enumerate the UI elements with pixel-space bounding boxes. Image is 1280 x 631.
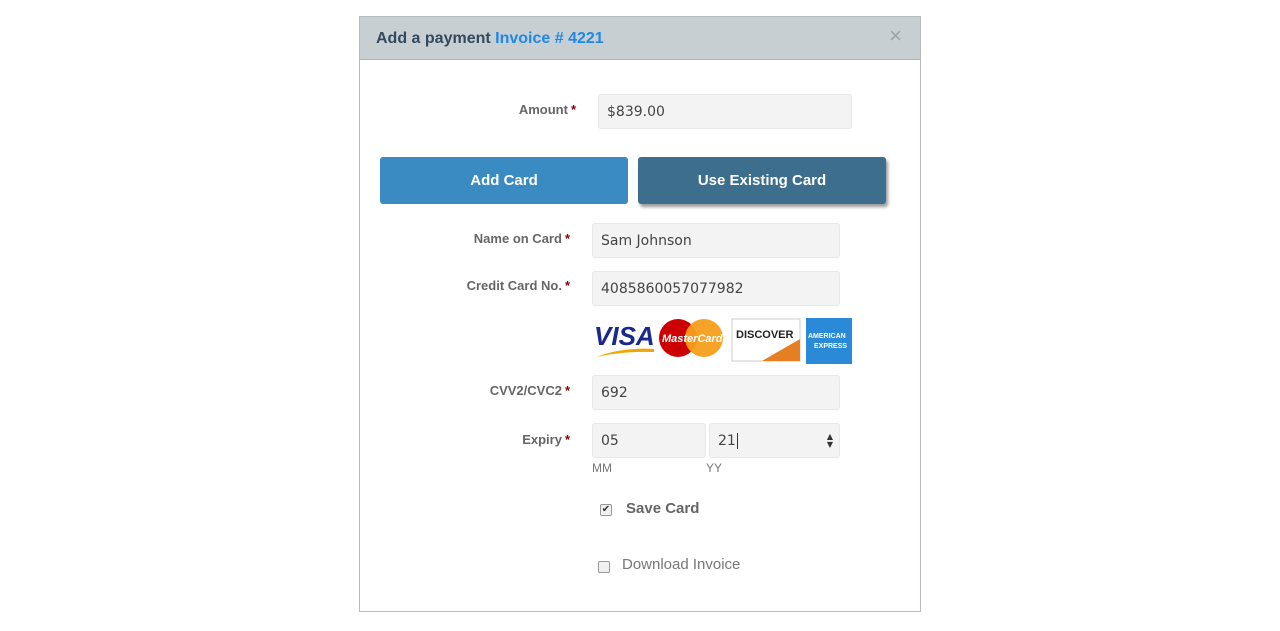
amount-label: Amount * (460, 102, 576, 117)
name-label: Name on Card * (400, 231, 570, 246)
svg-text:EXPRESS: EXPRESS (814, 343, 847, 350)
svg-text:MasterCard: MasterCard (662, 333, 723, 345)
expiry-year-input[interactable]: 21 ▲ ▼ (709, 423, 840, 458)
expiry-year-value: 21 (718, 433, 736, 449)
cvv-label-text: CVV2/CVC2 (489, 383, 562, 398)
name-label-text: Name on Card (473, 231, 562, 246)
download-invoice-label[interactable]: Download Invoice (622, 556, 740, 573)
card-number-label: Credit Card No. * (400, 278, 570, 293)
name-on-card-input[interactable]: Sam Johnson (592, 223, 840, 258)
required-marker: * (564, 383, 570, 398)
save-card-checkbox[interactable]: ✔ (600, 504, 612, 516)
required-marker: * (564, 278, 570, 293)
year-hint: YY (706, 461, 723, 475)
title-text: Add a payment (376, 30, 491, 47)
cvv-label: CVV2/CVC2 * (400, 383, 570, 398)
text-cursor (736, 433, 738, 449)
amount-label-text: Amount (518, 102, 568, 117)
spinner-icon[interactable]: ▲ ▼ (827, 433, 833, 449)
discover-logo: DISCOVER (731, 318, 801, 362)
payment-dialog: Add a payment Invoice # 4221 × Amount * $… (359, 16, 921, 612)
amex-logo: AMERICAN EXPRESS (806, 318, 852, 364)
use-existing-card-button[interactable]: Use Existing Card (638, 157, 886, 204)
required-marker: * (564, 231, 570, 246)
close-icon[interactable]: × (889, 23, 902, 49)
expiry-month-input[interactable]: 05 (592, 423, 706, 458)
month-hint: MM (592, 461, 612, 475)
invoice-number: Invoice # 4221 (495, 30, 604, 47)
save-card-label[interactable]: Save Card (626, 500, 699, 517)
dialog-title: Add a payment Invoice # 4221 (376, 30, 604, 48)
download-invoice-checkbox[interactable] (598, 561, 610, 573)
required-marker: * (570, 102, 576, 117)
cvv-input[interactable]: 692 (592, 375, 840, 410)
expiry-label-text: Expiry (522, 432, 562, 447)
card-number-label-text: Credit Card No. (466, 278, 562, 293)
add-card-button[interactable]: Add Card (380, 157, 628, 204)
dialog-header: Add a payment Invoice # 4221 × (360, 17, 920, 60)
svg-text:DISCOVER: DISCOVER (736, 329, 794, 341)
svg-text:VISA: VISA (594, 321, 655, 351)
mastercard-logo: MasterCard (659, 319, 723, 357)
amount-input[interactable]: $839.00 (598, 94, 852, 129)
visa-logo: VISA (594, 321, 655, 357)
required-marker: * (564, 432, 570, 447)
svg-text:AMERICAN: AMERICAN (808, 333, 846, 340)
card-logos: VISA MasterCard DISCOVER AMERICAN EXPRES… (594, 318, 852, 364)
expiry-label: Expiry * (400, 432, 570, 447)
card-number-input[interactable]: 4085860057077982 (592, 271, 840, 306)
